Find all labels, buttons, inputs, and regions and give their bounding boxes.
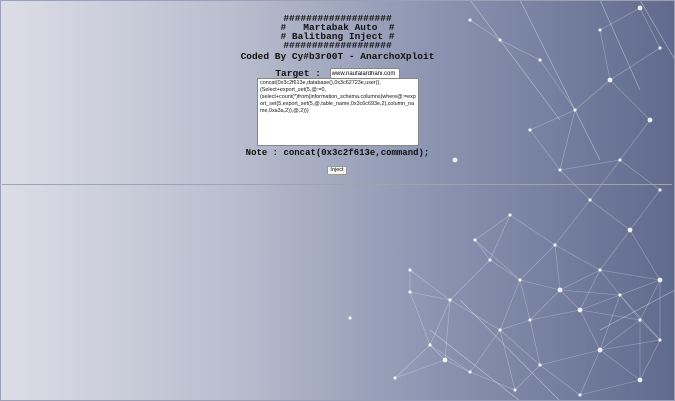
divider (2, 184, 672, 185)
header-banner: ################### # Martabak Auto # # … (0, 14, 675, 62)
payload-textarea[interactable]: concat(0x3c2f613e,database(),0x3c62723e,… (257, 78, 419, 146)
banner-line: ################### (283, 40, 392, 51)
inject-button[interactable]: Inject (327, 166, 347, 175)
author-credit: Coded By Cy#b3r00T - AnarchoXploit (240, 51, 435, 62)
note-text: Note : concat(0x3c2f613e,command); (245, 148, 430, 158)
